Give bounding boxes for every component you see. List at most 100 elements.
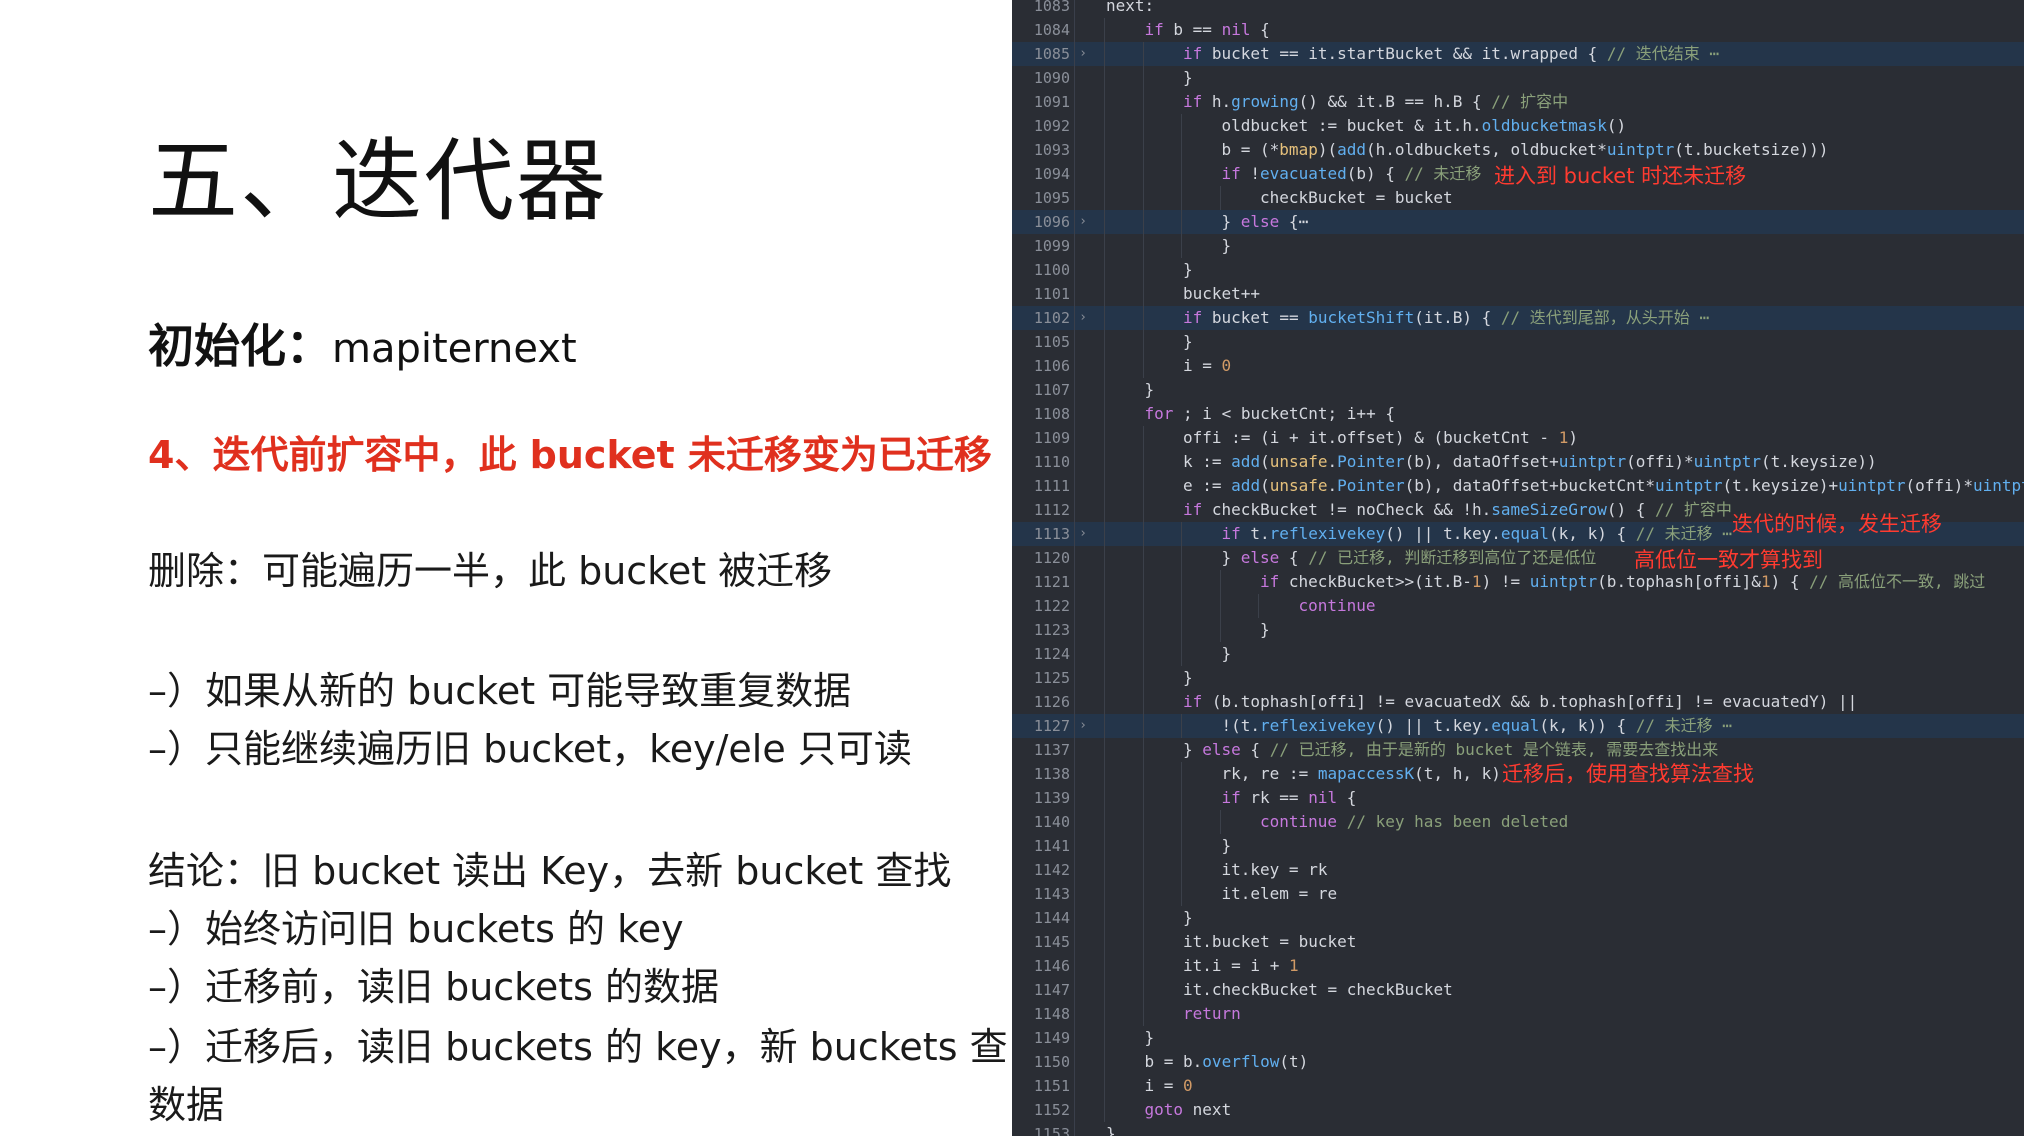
- code-text: } else { // 已迁移, 判断迁移到高位了还是低位: [1221, 548, 1597, 567]
- code-line[interactable]: 1085 › if bucket == it.startBucket && it.w…: [1012, 42, 2024, 66]
- code-line[interactable]: 1152 goto next: [1012, 1098, 2024, 1122]
- indent-guide: [1142, 666, 1144, 690]
- code-line[interactable]: 1124}: [1012, 642, 2024, 666]
- code-line[interactable]: 1144}: [1012, 906, 2024, 930]
- line-number: 1107: [1033, 381, 1070, 399]
- indent-guide: [1104, 1026, 1105, 1050]
- code-line[interactable]: 1127 › !(t.reflexivekey() || t.key.equal(k…: [1012, 714, 2024, 738]
- indent-guide: [1104, 210, 1105, 234]
- line-number: 1083: [1033, 0, 1070, 15]
- line-number: 1084: [1033, 21, 1070, 39]
- fold-chevron-icon[interactable]: ›: [1076, 714, 1090, 738]
- line-number: 1095: [1033, 189, 1070, 207]
- fold-chevron-icon[interactable]: ›: [1076, 42, 1090, 66]
- code-line[interactable]: 1108 for ; i < bucketCnt; i++ {: [1012, 402, 2024, 426]
- code-line[interactable]: 1146 it.i = i + 1: [1012, 954, 2024, 978]
- code-line[interactable]: 1125}: [1012, 666, 2024, 690]
- code-line[interactable]: 1100}: [1012, 258, 2024, 282]
- code-line[interactable]: 1109 offi := (i + it.offset) & (bucketCnt…: [1012, 426, 2024, 450]
- code-line[interactable]: 1140 continue // key has been deleted: [1012, 810, 2024, 834]
- line-number: 1092: [1033, 117, 1070, 135]
- indent-guide: [1142, 810, 1144, 834]
- code-line[interactable]: 1141}: [1012, 834, 2024, 858]
- line-number: 1099: [1033, 237, 1070, 255]
- line-number: 1122: [1033, 597, 1070, 615]
- code-line[interactable]: 1147 it.checkBucket = checkBucket: [1012, 978, 2024, 1002]
- indent-guide: [1219, 618, 1221, 642]
- indent-guide: [1142, 1002, 1144, 1026]
- bullet-1: –）如果从新的 bucket 可能导致重复数据: [148, 669, 852, 713]
- indent-guide: [1181, 834, 1182, 858]
- code-line[interactable]: 1091 if h.growing() && it.B == h.B { // 扩…: [1012, 90, 2024, 114]
- code-text: !(t.reflexivekey() || t.key.equal(k, k))…: [1221, 716, 1732, 735]
- line-number: 1113: [1033, 525, 1070, 543]
- code-line[interactable]: 1096 ›} else {⋯: [1012, 210, 2024, 234]
- code-line[interactable]: 1105}: [1012, 330, 2024, 354]
- indent-guide: [1142, 570, 1144, 594]
- fold-chevron-icon[interactable]: ›: [1076, 522, 1090, 546]
- code-line[interactable]: 1106 i = 0: [1012, 354, 2024, 378]
- indent-guide: [1104, 1002, 1105, 1026]
- code-text: if rk == nil {: [1221, 788, 1357, 807]
- code-line[interactable]: 1142 it.key = rk: [1012, 858, 2024, 882]
- code-line[interactable]: 1110 k := add(unsafe.Pointer(b), dataOffs…: [1012, 450, 2024, 474]
- indent-guide: [1142, 162, 1144, 186]
- code-line[interactable]: 1099}: [1012, 234, 2024, 258]
- indent-guide: [1104, 474, 1105, 498]
- line-number: 1146: [1033, 957, 1070, 975]
- code-line[interactable]: 1102 › if bucket == bucketShift(it.B) { //…: [1012, 306, 2024, 330]
- indent-guide: [1181, 210, 1182, 234]
- code-line[interactable]: 1120 } else { // 已迁移, 判断迁移到高位了还是低位: [1012, 546, 2024, 570]
- fold-chevron-icon[interactable]: ›: [1076, 210, 1090, 234]
- conclusion-bullet-1: –）始终访问旧 buckets 的 key: [148, 907, 684, 951]
- code-line[interactable]: 1084 if b == nil {: [1012, 18, 2024, 42]
- indent-guide: [1104, 234, 1105, 258]
- code-line[interactable]: 1121 if checkBucket>>(it.B-1) != uintptr(…: [1012, 570, 2024, 594]
- code-text: it.checkBucket = checkBucket: [1183, 980, 1453, 999]
- indent-guide: [1104, 306, 1105, 330]
- line-number: 1094: [1033, 165, 1070, 183]
- indent-guide: [1142, 186, 1144, 210]
- indent-guide: [1142, 690, 1144, 714]
- code-text: goto next: [1144, 1100, 1232, 1119]
- code-text: if h.growing() && it.B == h.B { // 扩容中: [1183, 92, 1569, 111]
- indent-guide: [1181, 618, 1182, 642]
- code-line[interactable]: 1151 i = 0: [1012, 1074, 2024, 1098]
- code-line[interactable]: 1153}: [1012, 1122, 2024, 1136]
- code-line[interactable]: 1107}: [1012, 378, 2024, 402]
- code-line[interactable]: 1083 next:: [1012, 0, 2024, 18]
- conclusion-bullet-3-wrap: 数据: [148, 1083, 225, 1127]
- line-number: 1096: [1033, 213, 1070, 231]
- code-line[interactable]: 1148 return: [1012, 1002, 2024, 1026]
- code-line[interactable]: 1145 it.bucket = bucket: [1012, 930, 2024, 954]
- code-line[interactable]: 1150 b = b.overflow(t): [1012, 1050, 2024, 1074]
- code-text: }: [1183, 908, 1193, 927]
- line-number: 1120: [1033, 549, 1070, 567]
- indent-guide: [1258, 594, 1259, 618]
- code-text: bucket++: [1183, 284, 1261, 303]
- code-line[interactable]: 1123}: [1012, 618, 2024, 642]
- fold-chevron-icon[interactable]: ›: [1076, 306, 1090, 330]
- indent-guide: [1181, 858, 1182, 882]
- line-number: 1090: [1033, 69, 1070, 87]
- code-line[interactable]: 1090}: [1012, 66, 2024, 90]
- code-line[interactable]: 1122 continue: [1012, 594, 2024, 618]
- indent-guide: [1181, 594, 1182, 618]
- code-line[interactable]: 1126 if (b.tophash[offi] != evacuatedX &&…: [1012, 690, 2024, 714]
- line-number: 1112: [1033, 501, 1070, 519]
- code-line[interactable]: 1093 b = (*bmap)(add(h.oldbuckets, oldbuc…: [1012, 138, 2024, 162]
- code-line[interactable]: 1092 oldbucket := bucket & it.h.oldbucket…: [1012, 114, 2024, 138]
- code-line[interactable]: 1143 it.elem = re: [1012, 882, 2024, 906]
- code-line[interactable]: 1149}: [1012, 1026, 2024, 1050]
- code-text: }: [1183, 68, 1193, 87]
- code-line[interactable]: 1101 bucket++: [1012, 282, 2024, 306]
- code-text: next:: [1106, 0, 1155, 15]
- code-text: it.i = i + 1: [1183, 956, 1299, 975]
- code-editor[interactable]: 1153} 1152 goto next 1151 i = 0 1150 b = b.ove…: [1012, 0, 2024, 1136]
- code-text: continue: [1298, 596, 1376, 615]
- indent-guide: [1142, 762, 1144, 786]
- code-line[interactable]: 1139 if rk == nil {: [1012, 786, 2024, 810]
- line-number: 1150: [1033, 1053, 1070, 1071]
- code-line[interactable]: 1111 e := add(unsafe.Pointer(b), dataOffs…: [1012, 474, 2024, 498]
- indent-guide: [1142, 306, 1144, 330]
